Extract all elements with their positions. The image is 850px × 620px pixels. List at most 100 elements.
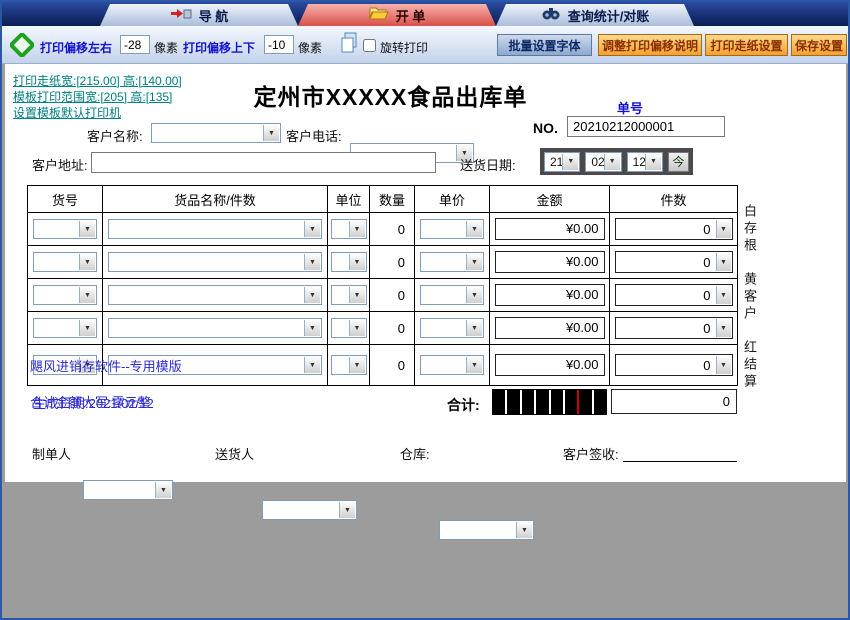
- chevron-down-icon: ▼: [304, 320, 320, 336]
- rotate-print-checkbox[interactable]: [363, 39, 376, 52]
- adjust-offset-help-button[interactable]: 调整打印偏移说明: [598, 34, 702, 56]
- pages-icon: [339, 31, 359, 60]
- item-code-combo[interactable]: ▼: [33, 318, 97, 338]
- col-amount: 金额: [490, 186, 610, 213]
- item-name-combo[interactable]: ▼: [108, 252, 322, 272]
- col-item-name: 货品名称/件数: [103, 186, 328, 213]
- chevron-down-icon: ▼: [645, 154, 661, 170]
- chevron-down-icon: ▼: [263, 125, 279, 141]
- order-no-input[interactable]: [567, 116, 725, 137]
- paper-feed-settings-button[interactable]: 打印走纸设置: [705, 34, 788, 56]
- pieces-field[interactable]: 0▼: [615, 354, 733, 376]
- item-code-combo[interactable]: ▼: [33, 252, 97, 272]
- amount-field[interactable]: ¥0.00: [495, 317, 605, 339]
- save-settings-button[interactable]: 保存设置: [791, 34, 847, 56]
- deliverer-label: 送货人: [215, 444, 254, 463]
- offset-lr-label: 打印偏移左右: [40, 39, 112, 56]
- quantity-cell[interactable]: 0: [370, 246, 415, 279]
- price-combo[interactable]: ▼: [420, 318, 484, 338]
- date-year-combo[interactable]: 21 ▼: [544, 152, 580, 172]
- item-name-combo[interactable]: ▼: [108, 285, 322, 305]
- chevron-down-icon: ▼: [716, 319, 731, 337]
- generated-date-watermark: 生成日期:2021/02/12: [33, 393, 154, 412]
- item-name-combo[interactable]: ▼: [108, 219, 322, 239]
- chevron-down-icon: ▼: [304, 287, 320, 303]
- item-code-combo[interactable]: ▼: [33, 219, 97, 239]
- chevron-down-icon: ▼: [466, 221, 482, 237]
- price-combo[interactable]: ▼: [420, 355, 484, 375]
- default-printer-link[interactable]: 设置模板默认打印机: [13, 104, 121, 121]
- amount-field[interactable]: ¥0.00: [495, 218, 605, 240]
- chevron-down-icon: ▼: [516, 522, 532, 538]
- date-day-combo[interactable]: 12 ▼: [627, 152, 663, 172]
- price-combo[interactable]: ▼: [420, 285, 484, 305]
- amount-field[interactable]: ¥0.00: [495, 251, 605, 273]
- col-pieces: 件数: [610, 186, 738, 213]
- price-combo[interactable]: ▼: [420, 219, 484, 239]
- quantity-cell[interactable]: 0: [370, 312, 415, 345]
- chevron-down-icon: ▼: [349, 254, 365, 270]
- tab-query-statistics[interactable]: 查询统计/对账: [496, 4, 694, 26]
- unit-combo[interactable]: ▼: [331, 285, 367, 305]
- pieces-field[interactable]: 0▼: [615, 218, 733, 240]
- item-code-combo[interactable]: ▼: [33, 285, 97, 305]
- tab-navigation[interactable]: 导 航: [100, 4, 298, 26]
- offset-lr-input[interactable]: [120, 35, 150, 54]
- quantity-cell[interactable]: 0: [370, 213, 415, 246]
- pieces-value: 0: [703, 288, 710, 303]
- offset-tb-input[interactable]: [264, 35, 294, 54]
- chevron-down-icon: ▼: [716, 220, 731, 238]
- deliverer-combo[interactable]: ▼: [262, 500, 357, 520]
- today-button[interactable]: 今: [668, 152, 689, 172]
- signature-line: [623, 461, 737, 462]
- unit-combo[interactable]: ▼: [331, 318, 367, 338]
- chevron-down-icon: ▼: [716, 253, 731, 271]
- chevron-down-icon: ▼: [466, 287, 482, 303]
- quantity-cell[interactable]: 0: [370, 345, 415, 386]
- total-amount-display: [492, 389, 607, 415]
- pieces-value: 0: [703, 255, 710, 270]
- amount-field[interactable]: ¥0.00: [495, 284, 605, 306]
- binoculars-icon: [541, 6, 561, 24]
- tab-create-order[interactable]: 开 单: [298, 4, 496, 26]
- paper-size-link[interactable]: 打印走纸宽:[215.00] 高:[140.00]: [13, 72, 182, 89]
- item-name-combo[interactable]: ▼: [108, 318, 322, 338]
- chevron-down-icon: ▼: [466, 357, 482, 373]
- delivery-date-panel: 21 ▼ 02 ▼ 12 ▼ 今: [540, 148, 693, 175]
- order-no-label: 单号: [617, 98, 643, 117]
- no-label: NO.: [533, 120, 558, 136]
- customer-addr-input[interactable]: [91, 152, 436, 173]
- open-folder-icon: [369, 6, 389, 24]
- batch-font-button[interactable]: 批量设置字体: [497, 34, 592, 56]
- chevron-down-icon: ▼: [79, 320, 95, 336]
- chevron-down-icon: ▼: [466, 320, 482, 336]
- template-range-link[interactable]: 模板打印范围宽:[205] 高:[135]: [13, 88, 172, 105]
- print-settings-toolbar: 打印偏移左右 像素 打印偏移上下 像素 旋转打印 批量设置字体 调整打印偏移说明…: [2, 26, 848, 64]
- chevron-down-icon: ▼: [716, 356, 731, 374]
- copy-label-red-settlement: 红结算: [740, 340, 759, 391]
- price-combo[interactable]: ▼: [420, 252, 484, 272]
- pixel-unit-label: 像素: [154, 39, 178, 56]
- chevron-down-icon: ▼: [349, 221, 365, 237]
- col-price: 单价: [415, 186, 490, 213]
- unit-combo[interactable]: ▼: [331, 355, 367, 375]
- chevron-down-icon: ▼: [79, 287, 95, 303]
- maker-combo[interactable]: ▼: [83, 480, 173, 500]
- pieces-field[interactable]: 0▼: [615, 284, 733, 306]
- unit-combo[interactable]: ▼: [331, 252, 367, 272]
- amount-field[interactable]: ¥0.00: [495, 354, 605, 376]
- copy-label-white-stub: 白存根: [740, 204, 759, 255]
- quantity-cell[interactable]: 0: [370, 279, 415, 312]
- total-pieces-field[interactable]: 0: [611, 389, 737, 414]
- rotate-print-label: 旋转打印: [380, 39, 428, 56]
- pieces-field[interactable]: 0▼: [615, 251, 733, 273]
- unit-combo[interactable]: ▼: [331, 219, 367, 239]
- copy-label-yellow-customer: 黄客户: [740, 272, 759, 323]
- tab-label: 查询统计/对账: [568, 6, 650, 25]
- pixel-unit-label-2: 像素: [298, 39, 322, 56]
- warehouse-combo[interactable]: ▼: [439, 520, 534, 540]
- pieces-field[interactable]: 0▼: [615, 317, 733, 339]
- tab-label: 开 单: [396, 6, 426, 25]
- date-month-combo[interactable]: 02 ▼: [585, 152, 621, 172]
- customer-name-combo[interactable]: ▼: [151, 123, 281, 143]
